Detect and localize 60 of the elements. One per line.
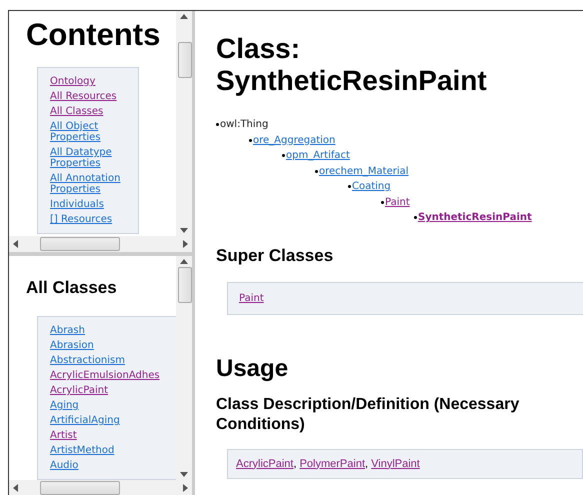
nav-link[interactable]: All Datatype Properties [50,147,138,169]
right-arrow-icon[interactable] [183,484,188,492]
class-link[interactable]: Abrasion [50,340,176,351]
nav-link[interactable]: Ontology [50,76,138,87]
class-link[interactable]: AcrylicPaint [50,385,176,396]
class-link[interactable]: Artist [50,430,176,441]
right-arrow-icon[interactable] [183,240,188,248]
horizontal-scrollbar[interactable] [9,480,192,495]
class-title: Class: SyntheticResinPaint [216,33,488,97]
vertical-scrollbar[interactable] [176,256,192,480]
down-arrow-icon[interactable] [180,472,188,477]
all-classes-heading: All Classes [26,278,118,298]
scroll-thumb[interactable] [40,481,120,495]
class-link[interactable]: Abrash [50,325,176,336]
nav-link[interactable]: Individuals [50,199,138,210]
class-link[interactable]: AcrylicEmulsionAdhes [50,370,176,381]
bullet-icon [381,200,384,204]
bullet-icon [216,123,219,126]
contents-heading: Contents [26,17,162,53]
nav-link[interactable]: All Resources [50,91,138,102]
left-arrow-icon[interactable] [13,484,18,492]
section-heading: Class Description/Definition (Necessary Conditions) [216,394,520,434]
vertical-scrollbar[interactable] [176,11,192,236]
tree-label: owl:Thing [220,118,268,132]
class-link[interactable]: orechem_Material [319,164,409,179]
class-link[interactable]: AcrylicPaint [236,458,294,470]
bullet-icon [249,138,252,142]
nav-link[interactable]: All Classes [50,106,138,117]
class-link[interactable]: ArtificialAging [50,415,176,426]
scroll-thumb[interactable] [178,42,192,78]
scroll-thumb[interactable] [178,267,192,303]
up-arrow-icon[interactable] [180,259,188,264]
section-heading: Super Classes [216,246,334,266]
comma-separator: , [365,458,368,470]
nav-link[interactable]: [] Resources [50,214,138,225]
class-link[interactable]: Paint [239,292,264,304]
class-link[interactable]: PolymerPaint [300,458,366,470]
class-link[interactable]: Audio [50,460,176,471]
class-link[interactable]: ArtistMethod [50,445,176,456]
comma-separator: , [293,458,297,470]
nav-link[interactable]: All Object Properties [50,121,138,143]
class-link[interactable]: VinylPaint [371,458,420,470]
bullet-icon [348,185,351,188]
bullet-icon [282,154,285,158]
scroll-thumb[interactable] [40,237,120,251]
class-link[interactable]: Paint [385,194,410,210]
usage-heading: Usage [216,354,290,382]
bullet-icon [414,216,417,220]
left-arrow-icon[interactable] [13,240,18,248]
current-class-link[interactable]: SyntheticResinPaint [418,210,532,226]
class-link[interactable]: ore_Aggregation [253,132,336,148]
class-link[interactable]: Abstractionism [50,355,176,366]
nav-link[interactable]: All Annotation Properties [50,173,138,195]
class-link[interactable]: opm_Artifact [286,148,350,164]
down-arrow-icon[interactable] [180,228,188,233]
class-link[interactable]: Aging [50,400,176,411]
up-arrow-icon[interactable] [180,14,188,19]
class-link[interactable]: Coating [352,179,391,194]
bullet-icon [315,170,318,173]
horizontal-scrollbar[interactable] [9,236,192,252]
